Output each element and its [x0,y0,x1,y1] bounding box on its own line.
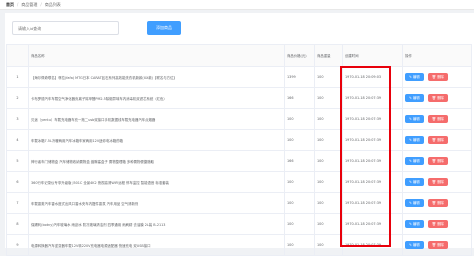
created-time: 1970-01-18 20:07:39 [342,192,403,214]
breadcrumb: 首页 / 商品管理 / 商品列表 [0,0,474,10]
header-product-name: 商品名称 [28,44,285,67]
edit-button[interactable]: ✎ 编辑 [405,178,424,186]
delete-button[interactable]: 🗑 删除 [427,94,448,102]
delete-button[interactable]: 🗑 删除 [427,136,448,144]
header-price: 商品价格(元) [284,44,315,67]
created-time: 1970-01-18 20:07:39 [342,234,403,256]
created-time: 1970-01-18 20:07:39 [342,87,403,109]
row-actions: ✎ 编辑 🗑 删除 [402,192,472,214]
row-index: 4 [6,129,29,151]
product-weight: 100 [314,129,343,151]
edit-button[interactable]: ✎ 编辑 [405,220,424,228]
product-name: 贝途（yentu）车载充电器车充一拖二usb双接口手机数据线车载充电器汽车点烟器 [28,108,285,130]
created-time: 1970-01-18 20:07:39 [342,129,403,151]
product-weight: 100 [314,150,343,172]
table-row: 1 【海尔佩奇联名】菲拉(fafa) MTG日本 CARAT钻石系列高效能洗衣机… [6,66,472,88]
edit-button[interactable]: ✎ 编辑 [405,199,424,207]
edit-button[interactable]: ✎ 编辑 [405,115,424,123]
product-name: 360行车记录仪专享升级版 J501C 全景4K2 夜视高清WiFi远程 停车监… [28,171,285,193]
product-price: 100 [284,192,315,214]
row-actions: ✎ 编辑 🗑 删除 [402,171,472,193]
delete-button[interactable]: 🗑 删除 [427,199,448,207]
row-index: 2 [6,87,29,109]
row-index: 7 [6,192,29,214]
product-name: 神行者车门储物盒 汽车储物收纳置物盒 缝隙塞盒子 置物整理箱 多种置物便捷随取 [28,150,285,172]
row-actions: ✎ 编辑 🗑 删除 [402,150,472,172]
created-time: 1970-01-18 20:07:39 [342,108,403,130]
product-price: 1399 [284,66,315,88]
add-product-button[interactable]: 添加商品 [147,21,181,35]
row-index: 6 [6,171,29,193]
row-actions: ✎ 编辑 🗑 删除 [402,66,472,88]
delete-button[interactable]: 🗑 删除 [427,115,448,123]
product-weight: 100 [314,66,343,88]
product-name: 车载冰箱7.5L冷暖两用汽车冰箱车家两用12V迷你电冰箱药箱 [28,129,285,151]
product-weight: 100 [314,108,343,130]
product-weight: 100 [314,171,343,193]
product-price: 100 [284,213,315,235]
breadcrumb-separator: / [17,2,19,7]
breadcrumb-product-list: 商品列表 [44,1,61,7]
row-index: 1 [6,66,29,88]
table-row: 4 车载冰箱7.5L冷暖两用汽车冰箱车家两用12V迷你电冰箱药箱 100 100… [6,129,472,151]
row-actions: ✎ 编辑 🗑 删除 [402,213,472,235]
created-time: 1970-01-18 20:07:39 [342,213,403,235]
edit-button[interactable]: ✎ 编辑 [405,136,424,144]
breadcrumb-separator: / [40,2,42,7]
delete-button[interactable]: 🗑 删除 [427,178,448,186]
row-index: 3 [6,108,29,130]
product-name: 【海尔佩奇联名】菲拉(fafa) MTG日本 CARAT钻石系列高效能洗衣机新款… [28,66,285,88]
product-name: 卡布罗德汽车车载空气净化器负离子除甲醛PM2.5除烟异味车内消毒机双滤芯系统（红… [28,87,285,109]
product-name: 电源转换器汽车逆变器车载12V转220V充电器电源适配器 快速充电 双USB接口 [28,234,285,256]
row-index: 9 [6,234,29,256]
product-name: 车载香薰汽车香水座式出风口香水夹车内摆件香氛 汽车用品 空气清新剂 [28,192,285,214]
header-actions: 操作 [402,44,472,67]
delete-button[interactable]: 🗑 删除 [427,157,448,165]
table-row: 6 360行车记录仪专享升级版 J501C 全景4K2 夜视高清WiFi远程 停… [6,171,472,193]
delete-button[interactable]: 🗑 删除 [427,220,448,228]
product-price: 166 [284,87,315,109]
product-weight: 100 [314,192,343,214]
row-actions: ✎ 编辑 🗑 删除 [402,129,472,151]
table-header-row: 商品名称 商品价格(元) 商品重量 创建时间 操作 [6,44,472,67]
table-row: 3 贝途（yentu）车载充电器车充一拖二usb双接口手机数据线车载充电器汽车点… [6,108,472,130]
product-price: 100 [284,234,315,256]
edit-button[interactable]: ✎ 编辑 [405,94,424,102]
table-row: 9 电源转换器汽车逆变器车载12V转220V充电器电源适配器 快速充电 双USB… [6,234,472,256]
row-actions: ✎ 编辑 🗑 删除 [402,234,472,256]
product-list-page: 首页 / 商品管理 / 商品列表 添加商品 商品名称 商品价格(元) 商品重量 … [0,0,474,256]
product-weight: 100 [314,87,343,109]
header-index [6,44,29,67]
row-index: 5 [6,150,29,172]
table-row: 5 神行者车门储物盒 汽车储物收纳置物盒 缝隙塞盒子 置物整理箱 多种置物便捷随… [6,150,472,172]
table-row: 7 车载香薰汽车香水座式出风口香水夹车内摆件香氛 汽车用品 空气清新剂 100 … [6,192,472,214]
table-row: 8 保赐利(botny)汽车玻璃水 雨刮水 防冻玻璃清洁剂 四季通用 雨刷精 去… [6,213,472,235]
created-time: 1970-01-18 20:07:39 [342,171,403,193]
product-weight: 100 [314,234,343,256]
delete-button[interactable]: 🗑 删除 [427,73,448,81]
product-name: 保赐利(botny)汽车玻璃水 雨刮水 防冻玻璃清洁剂 四季通用 雨刷精 去油膜… [28,213,285,235]
breadcrumb-home[interactable]: 首页 [6,2,14,8]
row-index: 8 [6,213,29,235]
product-price: 100 [284,108,315,130]
edit-button[interactable]: ✎ 编辑 [405,73,424,81]
table-row: 2 卡布罗德汽车车载空气净化器负离子除甲醛PM2.5除烟异味车内消毒机双滤芯系统… [6,87,472,109]
product-weight: 100 [314,213,343,235]
row-actions: ✎ 编辑 🗑 删除 [402,108,472,130]
table-body: 1 【海尔佩奇联名】菲拉(fafa) MTG日本 CARAT钻石系列高效能洗衣机… [6,66,472,256]
product-price: 100 [284,171,315,193]
created-time: 1970-01-18 20:07:39 [342,150,403,172]
created-time: 1970-01-18 20:09:03 [342,66,403,88]
product-price: 166 [284,150,315,172]
search-input[interactable] [12,21,119,35]
header-weight: 商品重量 [314,44,343,67]
product-price: 100 [284,129,315,151]
product-table: 商品名称 商品价格(元) 商品重量 创建时间 操作 1 【海尔佩奇联名】菲拉(f… [6,44,472,256]
breadcrumb-product-management[interactable]: 商品管理 [21,2,37,8]
edit-button[interactable]: ✎ 编辑 [405,157,424,165]
row-actions: ✎ 编辑 🗑 删除 [402,87,472,109]
header-created-time: 创建时间 [342,44,403,67]
